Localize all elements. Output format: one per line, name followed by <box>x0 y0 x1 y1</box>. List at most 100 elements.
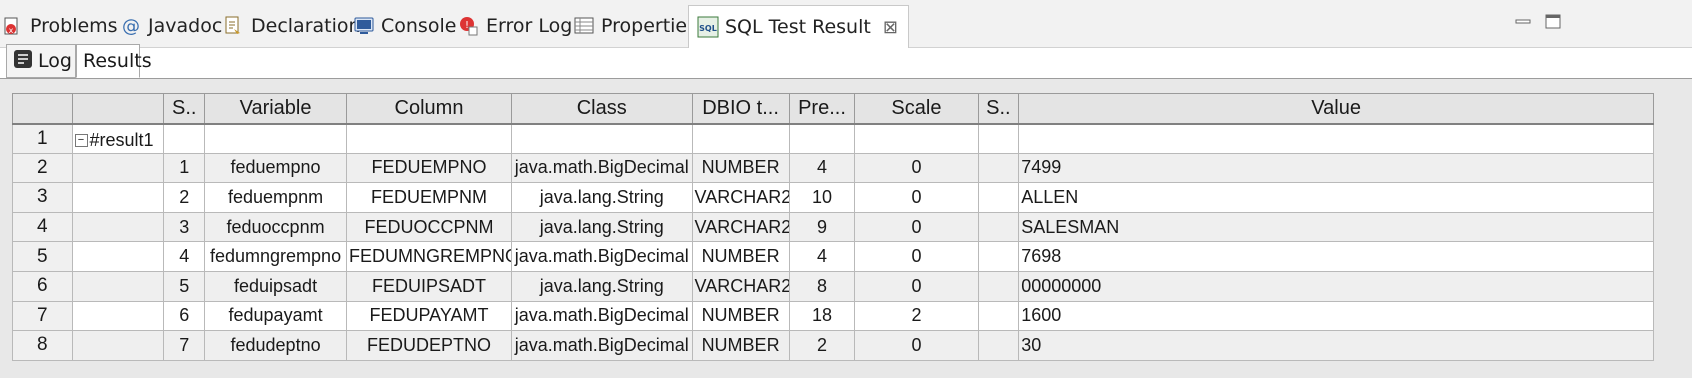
properties-icon <box>573 15 595 37</box>
cell-column[interactable]: FEDUIPSADT <box>346 270 512 302</box>
cell-precision[interactable]: 4 <box>788 152 856 184</box>
tab-log[interactable]: Log <box>6 44 76 78</box>
cell-s[interactable] <box>977 241 1020 272</box>
cell-variable[interactable]: feduipsadt <box>204 270 348 302</box>
cell-variable[interactable]: feduempno <box>204 152 348 184</box>
tab-javadoc[interactable]: @ Javadoc <box>120 8 222 44</box>
table-row[interactable]: 7 6 fedupayamt FEDUPAYAMT java.math.BigDecim… <box>12 300 1654 332</box>
column-header-seq[interactable]: S.. <box>163 93 206 125</box>
cell-value[interactable]: SALESMAN <box>1018 211 1654 243</box>
cell-dbio-type[interactable]: NUMBER <box>691 152 790 184</box>
cell-s[interactable] <box>977 270 1020 302</box>
table-row[interactable]: 8 7 fedudeptno FEDUDEPTNO java.math.BigDecim… <box>12 330 1654 361</box>
table-row[interactable]: 6 5 feduipsadt FEDUIPSADT java.lang.String VA… <box>12 270 1654 302</box>
tree-cell[interactable]: − #result1 <box>71 123 165 154</box>
cell-precision[interactable]: 8 <box>788 270 856 302</box>
cell-s[interactable] <box>977 182 1020 213</box>
cell-seq[interactable]: 7 <box>163 330 206 361</box>
tab-error-log[interactable]: ! Error Log <box>458 8 572 44</box>
cell-value[interactable]: 1600 <box>1018 300 1654 332</box>
tab-label: Log <box>38 50 72 72</box>
tab-properties[interactable]: Properties <box>573 8 697 44</box>
column-header[interactable] <box>12 93 73 125</box>
table-row[interactable]: 4 3 feduoccpnm FEDUOCCPNM java.lang.String VA… <box>12 211 1654 243</box>
close-icon[interactable]: ⊠ <box>883 17 898 38</box>
column-header-s[interactable]: S.. <box>977 93 1020 125</box>
cell-scale[interactable]: 0 <box>854 182 979 213</box>
cell-class[interactable]: java.math.BigDecimal <box>510 152 693 184</box>
column-header-column[interactable]: Column <box>346 93 512 125</box>
tab-sql-test-result[interactable]: SQL SQL Test Result ⊠ <box>688 5 909 48</box>
cell-class[interactable]: java.lang.String <box>510 182 693 213</box>
tab-problems[interactable]: x Problems <box>2 8 118 44</box>
cell-s[interactable] <box>977 211 1020 243</box>
cell-dbio-type[interactable]: NUMBER <box>691 241 790 272</box>
cell-seq[interactable]: 3 <box>163 211 206 243</box>
cell-scale[interactable]: 0 <box>854 270 979 302</box>
cell-s[interactable] <box>977 152 1020 184</box>
column-header-dbio-type[interactable]: DBIO t... <box>691 93 790 125</box>
column-header-scale[interactable]: Scale <box>854 93 979 125</box>
tab-declaration[interactable]: Declaration <box>223 8 361 44</box>
cell-precision[interactable]: 4 <box>788 241 856 272</box>
cell-dbio-type[interactable]: NUMBER <box>691 330 790 361</box>
table-row[interactable]: 2 1 feduempno FEDUEMPNO java.math.BigDecimal… <box>12 152 1654 184</box>
cell-s[interactable] <box>977 300 1020 332</box>
cell-precision[interactable]: 2 <box>788 330 856 361</box>
column-header-class[interactable]: Class <box>510 93 693 125</box>
svg-text:SQL: SQL <box>699 24 717 33</box>
cell-precision[interactable]: 10 <box>788 182 856 213</box>
cell-seq[interactable]: 6 <box>163 300 206 332</box>
cell-class[interactable]: java.math.BigDecimal <box>510 330 693 361</box>
column-header-precision[interactable]: Pre... <box>788 93 856 125</box>
cell-column[interactable]: FEDUMNGREMPNO <box>346 241 512 272</box>
cell-column[interactable]: FEDUEMPNM <box>346 182 512 213</box>
minimize-icon[interactable] <box>1514 14 1532 30</box>
collapse-icon[interactable]: − <box>74 133 88 147</box>
cell-precision[interactable]: 18 <box>788 300 856 332</box>
cell-value[interactable]: ALLEN <box>1018 182 1654 213</box>
tree-cell <box>71 241 165 272</box>
cell-column[interactable]: FEDUDEPTNO <box>346 330 512 361</box>
cell-seq[interactable]: 2 <box>163 182 206 213</box>
cell-variable[interactable]: fedudeptno <box>204 330 348 361</box>
table-row[interactable]: 5 4 fedumngrempno FEDUMNGREMPNO java.math.Bi… <box>12 241 1654 272</box>
cell-dbio-type[interactable]: VARCHAR2 <box>691 182 790 213</box>
cell-value[interactable]: 7698 <box>1018 241 1654 272</box>
cell-value[interactable]: 30 <box>1018 330 1654 361</box>
cell-class[interactable]: java.math.BigDecimal <box>510 241 693 272</box>
cell-dbio-type[interactable]: VARCHAR2 <box>691 211 790 243</box>
cell-class[interactable]: java.math.BigDecimal <box>510 300 693 332</box>
cell-scale[interactable]: 2 <box>854 300 979 332</box>
cell-dbio-type[interactable]: VARCHAR2 <box>691 270 790 302</box>
cell-precision[interactable]: 9 <box>788 211 856 243</box>
cell-seq[interactable]: 1 <box>163 152 206 184</box>
tab-console[interactable]: Console <box>353 8 456 44</box>
cell-variable[interactable]: fedumngrempno <box>204 241 348 272</box>
cell-scale[interactable]: 0 <box>854 211 979 243</box>
cell-class[interactable]: java.lang.String <box>510 211 693 243</box>
table-row[interactable]: 3 2 feduempnm FEDUEMPNM java.lang.String VARC… <box>12 182 1654 213</box>
cell-seq[interactable]: 4 <box>163 241 206 272</box>
cell-column[interactable]: FEDUPAYAMT <box>346 300 512 332</box>
cell-variable[interactable]: feduoccpnm <box>204 211 348 243</box>
cell-value[interactable]: 7499 <box>1018 152 1654 184</box>
cell-variable[interactable]: fedupayamt <box>204 300 348 332</box>
cell-class[interactable]: java.lang.String <box>510 270 693 302</box>
cell-variable[interactable]: feduempnm <box>204 182 348 213</box>
tab-results[interactable]: Results <box>76 44 152 78</box>
cell-s[interactable] <box>977 330 1020 361</box>
column-header-value[interactable]: Value <box>1018 93 1654 125</box>
cell-column[interactable]: FEDUEMPNO <box>346 152 512 184</box>
column-header[interactable] <box>71 93 165 125</box>
cell-value[interactable]: 00000000 <box>1018 270 1654 302</box>
cell-seq[interactable]: 5 <box>163 270 206 302</box>
cell-scale[interactable]: 0 <box>854 152 979 184</box>
table-row-group[interactable]: 1 − #result1 <box>12 123 1654 154</box>
maximize-icon[interactable] <box>1544 14 1562 30</box>
cell-dbio-type[interactable]: NUMBER <box>691 300 790 332</box>
column-header-variable[interactable]: Variable <box>204 93 348 125</box>
cell-column[interactable]: FEDUOCCPNM <box>346 211 512 243</box>
cell-scale[interactable]: 0 <box>854 241 979 272</box>
cell-scale[interactable]: 0 <box>854 330 979 361</box>
